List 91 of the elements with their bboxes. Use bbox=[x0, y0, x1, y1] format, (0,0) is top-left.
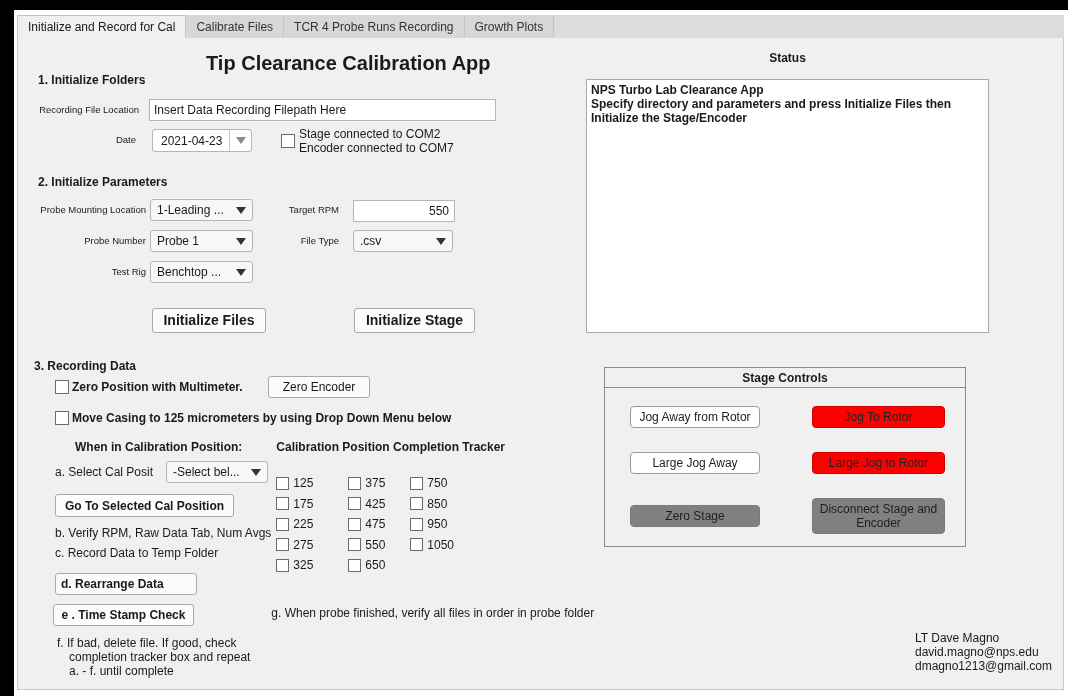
checkbox-label: 850 bbox=[427, 495, 448, 513]
button[interactable]: Go To Selected Cal Position bbox=[55, 494, 234, 517]
checkbox-label: Zero Position with Multimeter. bbox=[72, 379, 243, 396]
caret-icon bbox=[235, 137, 246, 144]
status-message: NPS Turbo Lab Clearance App bbox=[591, 83, 765, 97]
checkbox-label: Move Casing to 125 micrometers by using Drop Down Menu below bbox=[72, 410, 452, 427]
checkbox-label: 475 bbox=[365, 516, 386, 534]
tab[interactable]: Initialize and Record for Cal bbox=[17, 15, 187, 38]
checkbox-label: 375 bbox=[365, 475, 386, 493]
caret-icon bbox=[236, 237, 246, 245]
checkbox-label: 325 bbox=[293, 557, 314, 575]
field-label: a. Select Cal Posit bbox=[55, 464, 155, 481]
stage-button[interactable]: Large Jog Away bbox=[630, 452, 760, 474]
stage-button[interactable]: Large Jog to Rotor bbox=[812, 452, 945, 474]
cal-position-dropdown[interactable]: -Select bel... bbox=[166, 461, 268, 483]
checkbox[interactable] bbox=[276, 497, 290, 511]
section-heading: 3. Recording Data bbox=[34, 359, 138, 373]
checkbox[interactable] bbox=[348, 538, 362, 552]
field-label: File Type bbox=[299, 233, 339, 248]
button[interactable]: d. Rearrange Data bbox=[55, 573, 197, 595]
checkbox-label: 125 bbox=[293, 475, 314, 493]
checkbox[interactable] bbox=[348, 558, 362, 572]
button[interactable]: Zero Encoder bbox=[268, 376, 370, 398]
panel-title: Stage Controls bbox=[742, 369, 828, 387]
date-picker[interactable]: 2021-04-23 bbox=[152, 129, 252, 152]
checkbox[interactable] bbox=[281, 133, 295, 148]
stage-button[interactable]: Disconnect Stage and Encoder bbox=[812, 498, 945, 534]
dropdown[interactable]: 1-Leading ... bbox=[150, 199, 253, 221]
field-label: Test Rig bbox=[110, 264, 146, 279]
checkbox[interactable] bbox=[55, 380, 69, 394]
checkbox[interactable] bbox=[410, 497, 424, 511]
button[interactable]: Initialize Stage bbox=[354, 308, 475, 333]
stage-button[interactable]: Zero Stage bbox=[630, 505, 760, 527]
stage-button[interactable]: Jog To Rotor bbox=[812, 406, 945, 428]
section-heading: 2. Initialize Parameters bbox=[38, 175, 169, 189]
checkbox[interactable] bbox=[348, 497, 362, 511]
status-text-area[interactable]: NPS Turbo Lab Clearance App Specify directory and parameters and press Initialize Files then Initialize the Stage/Encoder bbox=[586, 79, 989, 333]
field-label: Target RPM bbox=[287, 202, 339, 217]
status-title: Status bbox=[769, 51, 806, 65]
field-label: Probe Mounting Location bbox=[39, 202, 146, 217]
tab[interactable]: TCR 4 Probe Runs Recording bbox=[284, 15, 465, 38]
instruction-text: g. When probe finished, verify all files in order in probe folder bbox=[271, 605, 595, 620]
checkbox-label: 650 bbox=[365, 557, 386, 575]
caret-icon bbox=[236, 268, 246, 276]
dropdown[interactable]: Probe 1 bbox=[150, 230, 253, 252]
instruction-text: b. Verify RPM, Raw Data Tab, Num Avgs bbox=[55, 526, 272, 540]
stage-button[interactable]: Jog Away from Rotor bbox=[630, 406, 760, 428]
author-info: LT Dave Magno bbox=[915, 631, 1001, 645]
connection-status-text: Stage connected to COM2 bbox=[299, 126, 442, 141]
checkbox[interactable] bbox=[410, 476, 424, 490]
caret-icon bbox=[236, 206, 246, 214]
caret-icon bbox=[436, 237, 446, 245]
section-heading: 1. Initialize Folders bbox=[38, 73, 147, 87]
checkbox[interactable] bbox=[348, 517, 362, 531]
subsection-heading: When in Calibration Position: bbox=[75, 440, 243, 454]
checkbox[interactable] bbox=[276, 538, 290, 552]
checkbox[interactable] bbox=[276, 476, 290, 490]
checkbox[interactable] bbox=[348, 476, 362, 490]
button[interactable]: e . Time Stamp Check bbox=[53, 604, 194, 626]
checkbox[interactable] bbox=[276, 558, 290, 572]
checkbox-label: 750 bbox=[427, 475, 448, 493]
connection-status-text: Encoder connected to COM7 bbox=[299, 140, 454, 155]
field-label: Date bbox=[114, 133, 136, 148]
checkbox-label: 175 bbox=[293, 495, 314, 513]
subsection-heading: Calibration Position Completion Tracker bbox=[276, 440, 505, 454]
field-label: Probe Number bbox=[83, 233, 146, 248]
tab[interactable]: Growth Plots bbox=[464, 15, 555, 38]
field-label: Recording File Location bbox=[38, 102, 139, 117]
dropdown[interactable]: .csv bbox=[353, 230, 453, 252]
checkbox-label: 425 bbox=[365, 495, 386, 513]
caret-icon bbox=[251, 468, 261, 476]
checkbox[interactable] bbox=[276, 517, 290, 531]
checkbox-label: 950 bbox=[427, 516, 448, 534]
checkbox-label: 275 bbox=[293, 536, 314, 554]
button[interactable]: Initialize Files bbox=[152, 308, 266, 333]
dropdown[interactable]: Benchtop ... bbox=[150, 261, 253, 283]
checkbox-label: 225 bbox=[293, 516, 314, 534]
author-info: david.magno@nps.edu bbox=[915, 645, 1040, 659]
tab[interactable]: Calibrate Files bbox=[186, 15, 285, 38]
instruction-text: f. If bad, delete file. If good, check completion tracker box and repeat a. - f. until complete bbox=[57, 636, 251, 678]
number-field[interactable]: 550 bbox=[353, 200, 455, 222]
checkbox[interactable] bbox=[55, 411, 69, 425]
checkbox-label: 550 bbox=[365, 536, 386, 554]
checkbox-label: 1050 bbox=[427, 536, 454, 554]
instruction-text: c. Record Data to Temp Folder bbox=[55, 546, 219, 560]
app-title: Tip Clearance Calibration App bbox=[206, 51, 492, 75]
status-message: Specify directory and parameters and press Initialize Files then Initialize the Stage/Encoder bbox=[591, 97, 953, 125]
file-location-field[interactable]: Insert Data Recording Filepath Here bbox=[149, 99, 496, 121]
checkbox[interactable] bbox=[410, 517, 424, 531]
checkbox[interactable] bbox=[410, 538, 424, 552]
author-info: dmagno1213@gmail.com bbox=[915, 659, 1053, 673]
